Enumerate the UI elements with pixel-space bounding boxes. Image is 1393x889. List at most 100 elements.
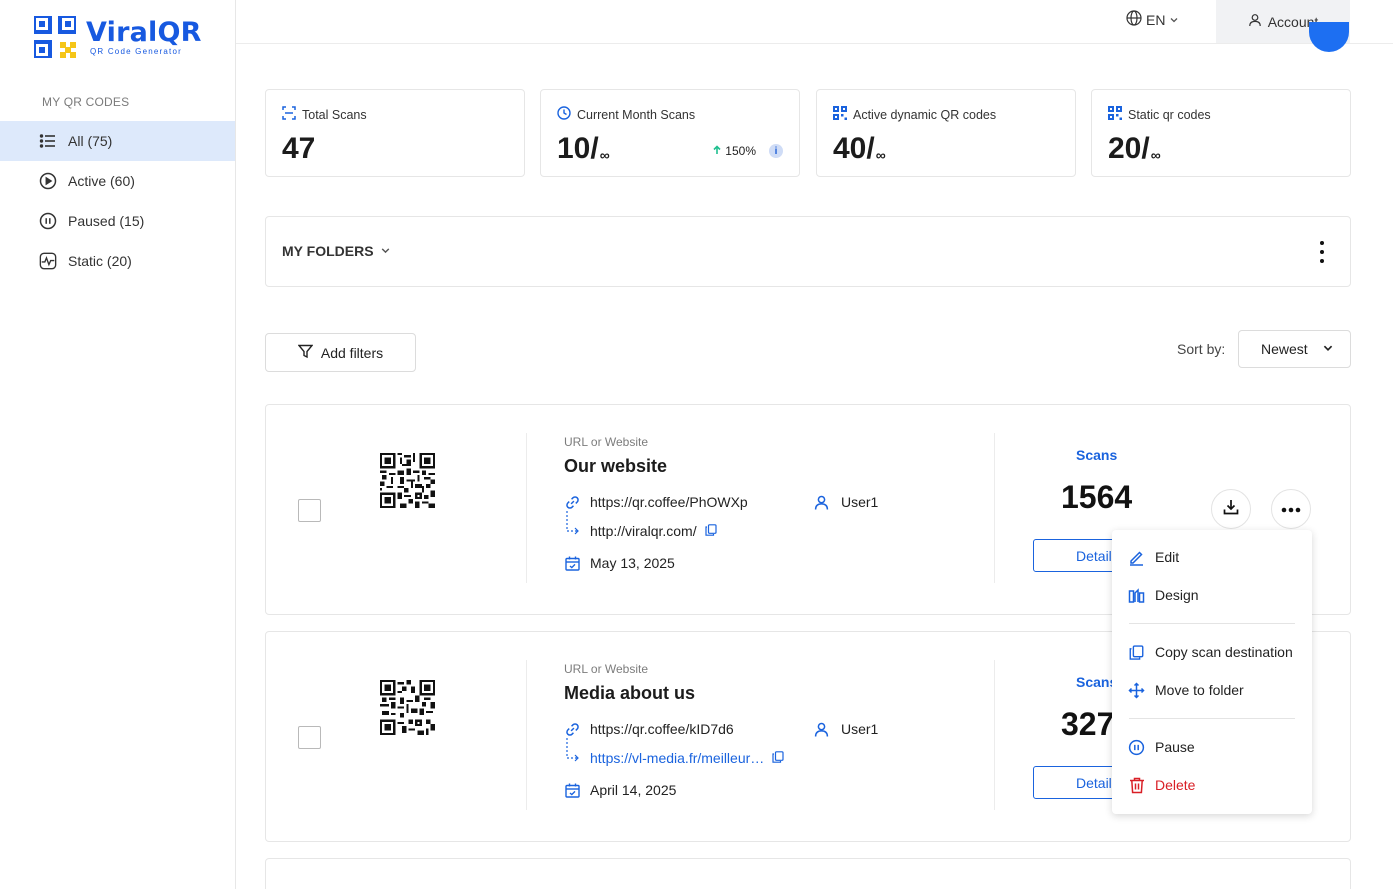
- pencil-icon: [1128, 549, 1145, 566]
- scans-count: 1564: [1061, 479, 1133, 515]
- palette-icon: [1128, 587, 1145, 604]
- sidebar: ViralQR QR Code Generator MY QR CODES Al…: [0, 0, 236, 889]
- divider: [526, 433, 527, 583]
- link-icon: [564, 721, 580, 737]
- top-bar: EN Account: [236, 0, 1393, 44]
- short-url[interactable]: https://qr.coffee/kID7d6: [590, 721, 734, 737]
- sort-select[interactable]: Newest: [1238, 330, 1351, 368]
- chevron-down-icon: [1322, 341, 1334, 357]
- destination-row: http://viralqr.com/: [564, 511, 717, 539]
- folders-toggle[interactable]: MY FOLDERS: [282, 243, 391, 259]
- date-row: April 14, 2025: [564, 782, 676, 798]
- logo-qr-icon: [32, 14, 78, 60]
- stat-total-scans: Total Scans 47: [265, 89, 525, 177]
- owner-name: User1: [841, 721, 879, 737]
- list-icon: [39, 132, 57, 150]
- qr-grid-icon: [833, 106, 847, 123]
- brand-tagline: QR Code Generator: [90, 47, 182, 56]
- divider: [994, 433, 995, 583]
- more-vertical-icon[interactable]: [1316, 241, 1328, 263]
- folders-title: MY FOLDERS: [282, 243, 374, 259]
- move-icon: [1128, 681, 1145, 699]
- destination-row: https://vl-media.fr/meilleur…: [564, 738, 784, 766]
- chevron-down-icon: [1169, 12, 1179, 28]
- select-checkbox[interactable]: [298, 499, 321, 522]
- language-code: EN: [1146, 11, 1166, 28]
- sidebar-nav: All (75) Active (60) Paused (15) Static …: [0, 121, 235, 281]
- calendar-icon: [564, 782, 580, 798]
- menu-item-design[interactable]: Design: [1128, 583, 1199, 607]
- brand-logo[interactable]: ViralQR QR Code Generator: [32, 14, 202, 60]
- qr-name[interactable]: Our website: [564, 456, 667, 477]
- actions-menu: Edit Design Copy scan destination Move t…: [1112, 530, 1312, 814]
- user-icon: [1248, 13, 1262, 30]
- scans-label: Scans: [1076, 447, 1118, 463]
- stat-value: 47: [282, 132, 316, 165]
- stat-value: 40/: [833, 132, 875, 165]
- chevron-down-icon: [380, 243, 391, 259]
- stat-value: 10/: [557, 132, 599, 165]
- sidebar-heading: MY QR CODES: [42, 95, 130, 109]
- user-icon: [814, 495, 829, 510]
- destination-url[interactable]: http://viralqr.com/: [590, 523, 697, 539]
- stat-active-dynamic: Active dynamic QR codes 40/ ∞: [816, 89, 1076, 177]
- sidebar-item-label: All (75): [68, 133, 113, 149]
- menu-item-label: Edit: [1155, 549, 1180, 565]
- filter-icon: [297, 344, 314, 362]
- trash-icon: [1128, 777, 1145, 794]
- stat-limit: ∞: [599, 147, 610, 163]
- destination-url[interactable]: https://vl-media.fr/meilleur…: [590, 750, 764, 766]
- menu-item-label: Delete: [1155, 777, 1196, 793]
- copy-icon[interactable]: [704, 523, 717, 539]
- owner: User1: [814, 721, 878, 737]
- stat-label: Current Month Scans: [577, 107, 696, 122]
- language-selector[interactable]: EN: [1126, 10, 1179, 29]
- info-icon[interactable]: i: [769, 144, 783, 158]
- stat-label: Active dynamic QR codes: [853, 107, 997, 122]
- menu-item-delete[interactable]: Delete: [1128, 773, 1195, 797]
- menu-item-move-to-folder[interactable]: Move to folder: [1128, 678, 1244, 702]
- date-row: May 13, 2025: [564, 555, 675, 571]
- menu-item-pause[interactable]: Pause: [1128, 735, 1195, 759]
- short-url-row: https://qr.coffee/kID7d6: [564, 721, 734, 737]
- download-button[interactable]: [1211, 489, 1251, 529]
- sidebar-item-all[interactable]: All (75): [0, 121, 235, 161]
- qr-type: URL or Website: [564, 662, 649, 676]
- qr-name[interactable]: Media about us: [564, 683, 695, 704]
- sort-label: Sort by:: [1177, 341, 1226, 357]
- menu-item-label: Move to folder: [1155, 682, 1244, 698]
- qr-code-thumbnail[interactable]: [380, 680, 435, 735]
- short-url[interactable]: https://qr.coffee/PhOWXp: [590, 494, 748, 510]
- add-filters-button[interactable]: Add filters: [265, 333, 416, 372]
- sidebar-item-paused[interactable]: Paused (15): [0, 201, 235, 241]
- created-date: April 14, 2025: [590, 782, 677, 798]
- more-actions-button[interactable]: [1271, 489, 1311, 529]
- stat-value: 20/: [1108, 132, 1150, 165]
- sidebar-item-label: Active (60): [68, 173, 135, 189]
- select-checkbox[interactable]: [298, 726, 321, 749]
- menu-divider: [1129, 623, 1295, 624]
- menu-item-edit[interactable]: Edit: [1128, 545, 1179, 569]
- menu-item-label: Design: [1155, 587, 1199, 603]
- scan-frame-icon: [282, 106, 296, 123]
- copy-icon[interactable]: [772, 750, 784, 766]
- link-icon: [564, 494, 580, 510]
- globe-icon: [1126, 10, 1142, 29]
- qr-type: URL or Website: [564, 435, 649, 449]
- more-horizontal-icon: [1281, 500, 1301, 518]
- sidebar-item-static[interactable]: Static (20): [0, 241, 235, 281]
- sidebar-item-label: Static (20): [68, 253, 132, 269]
- owner-name: User1: [841, 494, 879, 510]
- add-filters-label: Add filters: [320, 344, 384, 361]
- sidebar-item-active[interactable]: Active (60): [0, 161, 235, 201]
- divider: [994, 660, 995, 810]
- user-icon: [814, 722, 829, 737]
- menu-item-label: Pause: [1155, 739, 1195, 755]
- trend-value: 150%: [725, 144, 756, 158]
- menu-item-copy-destination[interactable]: Copy scan destination: [1128, 640, 1293, 664]
- trend-badge: 150% i: [712, 144, 783, 158]
- qr-code-thumbnail[interactable]: [380, 453, 435, 508]
- stat-label: Total Scans: [302, 107, 367, 122]
- avatar[interactable]: [1309, 22, 1349, 52]
- divider: [526, 660, 527, 810]
